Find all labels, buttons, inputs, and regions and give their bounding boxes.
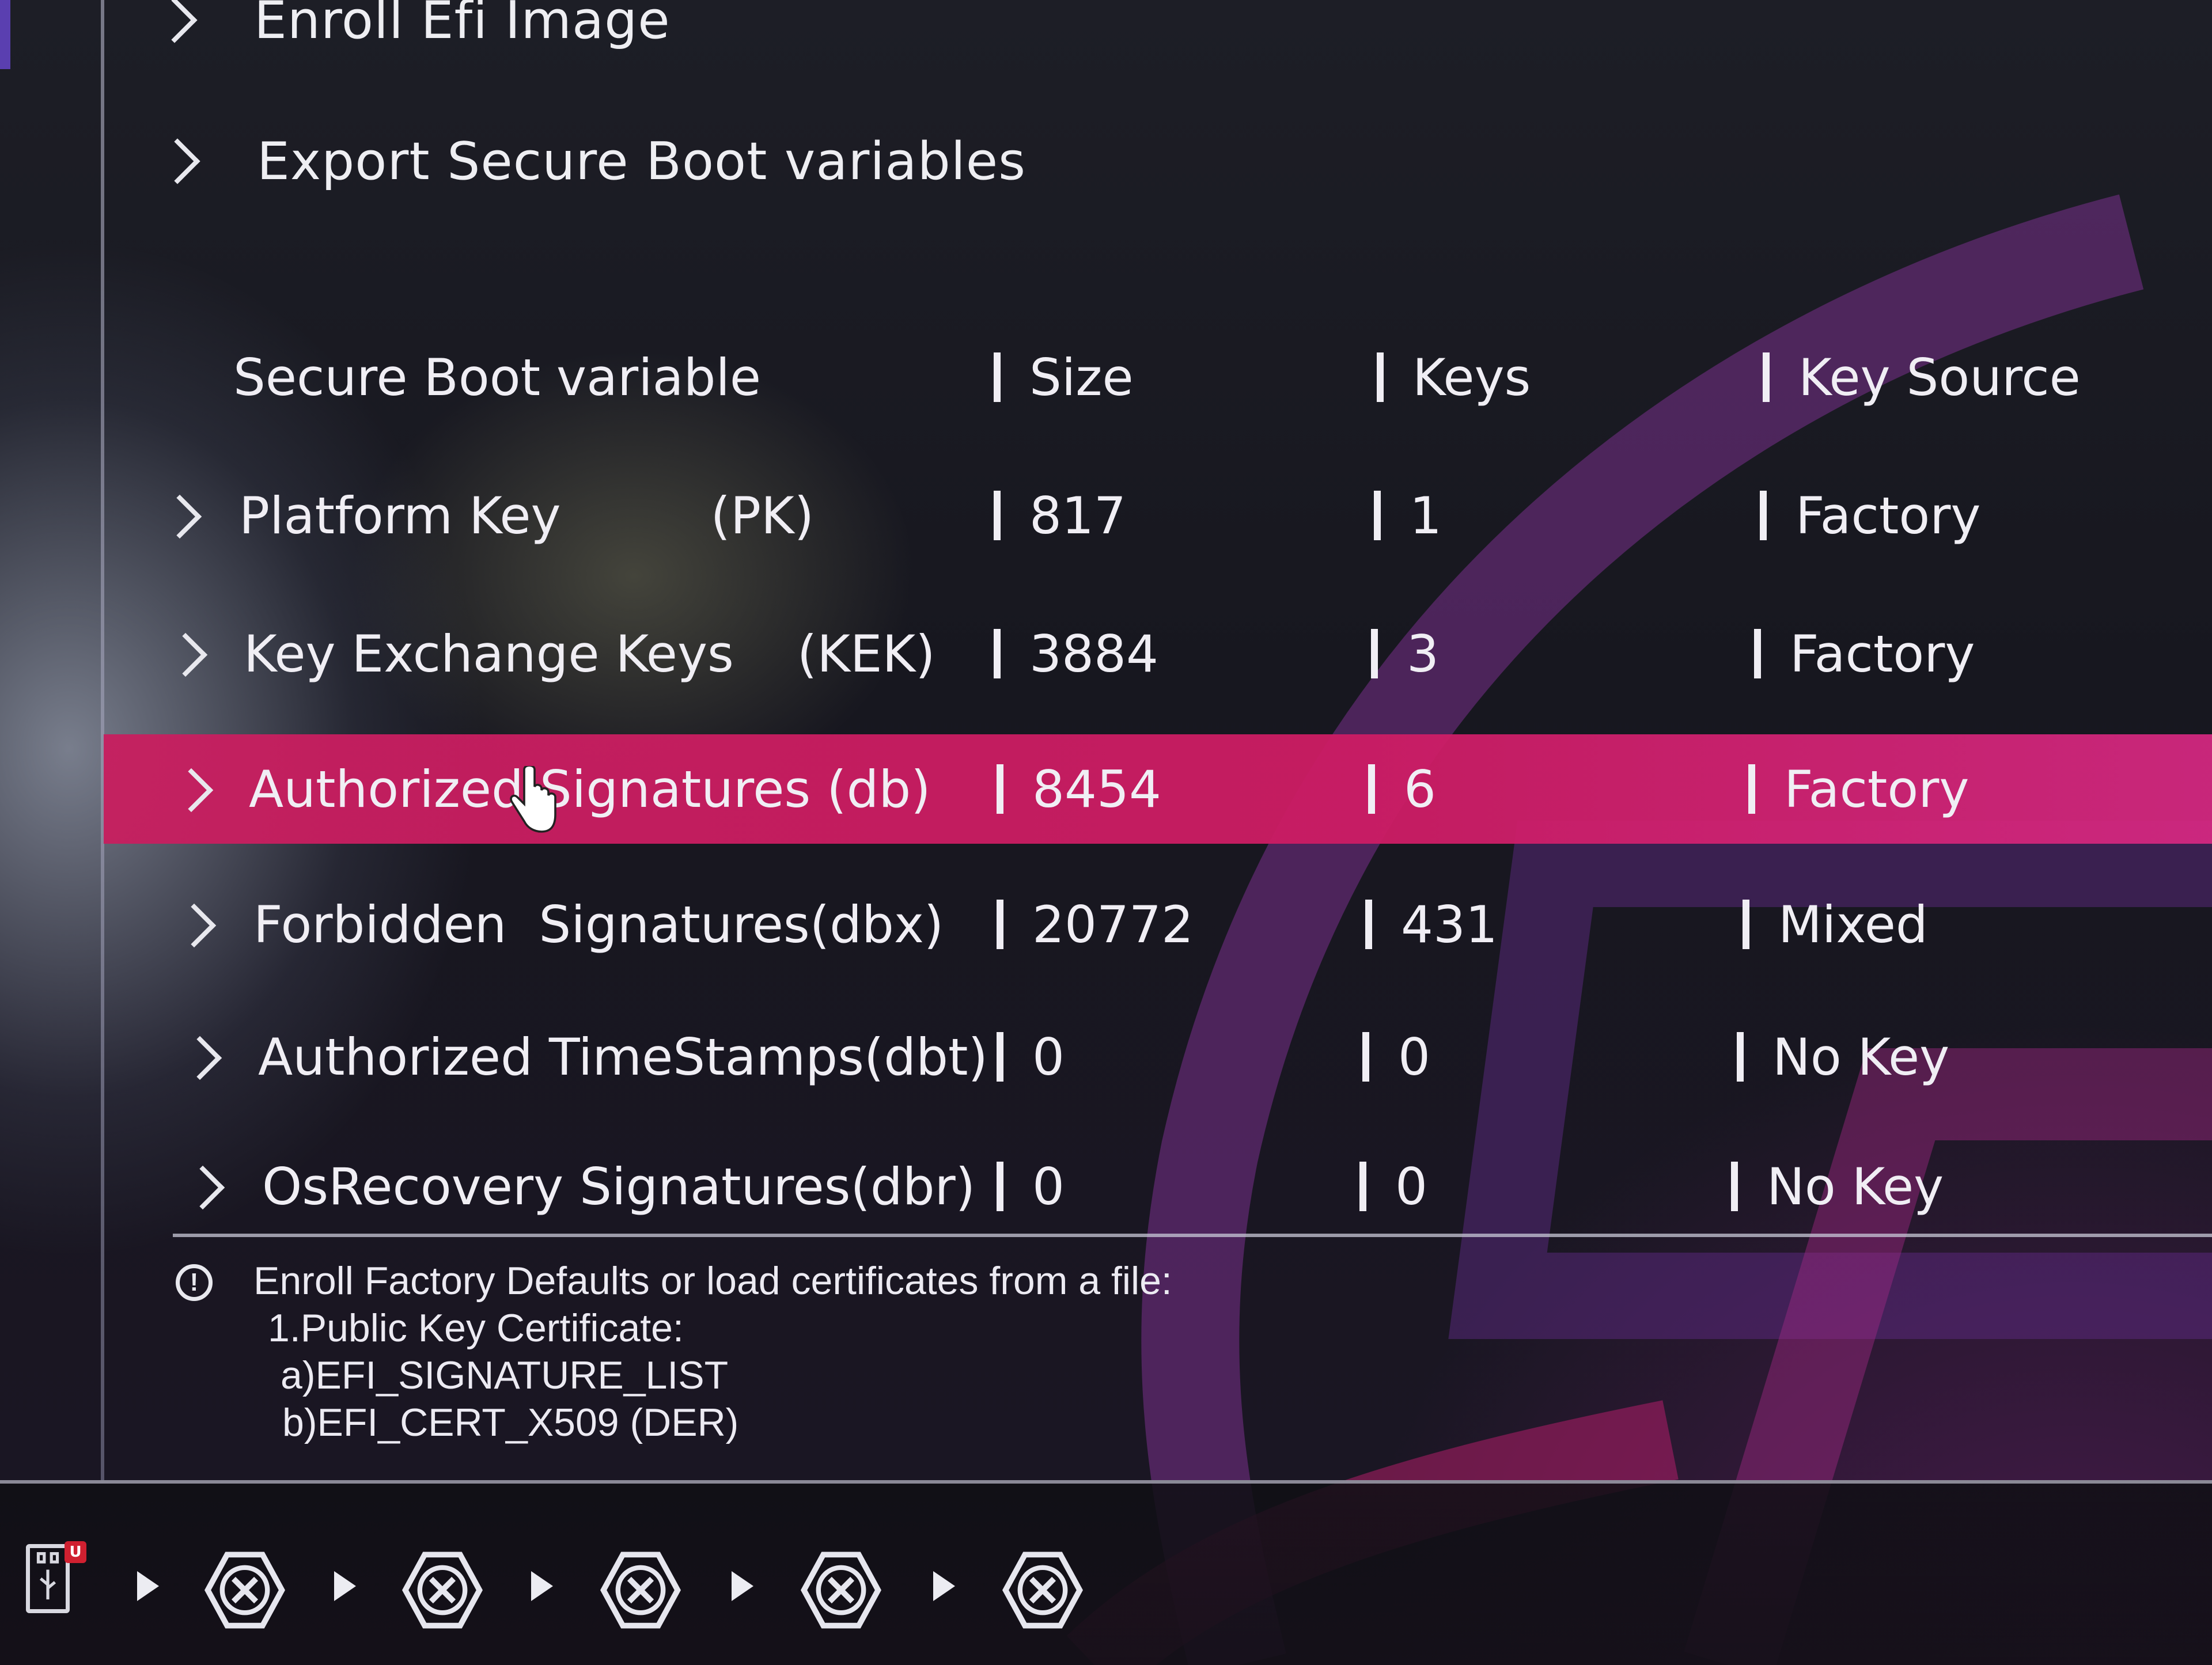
- row-keys: 6: [1368, 734, 1436, 844]
- column-separator: [997, 1032, 1003, 1082]
- table-row-osrecovery-signatures[interactable]: OsRecovery Signatures(dbr) 0 0 No Key: [104, 1132, 2212, 1241]
- column-separator: [1377, 352, 1384, 402]
- row-keys: 431: [1365, 870, 1498, 979]
- header-key-source: Key Source: [1763, 323, 2081, 432]
- arrow-right-icon: [732, 1571, 753, 1601]
- row-size: 0: [997, 1132, 1065, 1241]
- table-row-key-exchange-keys[interactable]: Key Exchange Keys (KEK) 3884 3 Factory: [104, 599, 2212, 708]
- column-separator: [997, 764, 1003, 814]
- row-size: 817: [994, 461, 1126, 570]
- header-keys: Keys: [1377, 323, 1531, 432]
- boot-device-disabled-icon[interactable]: [204, 1550, 285, 1630]
- column-separator: [1371, 629, 1378, 678]
- row-variable-name: Authorized Signatures (db): [249, 759, 931, 819]
- column-separator: [994, 352, 1001, 402]
- boot-device-disabled-icon[interactable]: [402, 1550, 483, 1630]
- table-header: Secure Boot variable Size Keys Key Sourc…: [104, 323, 2212, 432]
- arrow-right-icon: [334, 1571, 356, 1601]
- row-variable-name: OsRecovery Signatures(dbr): [262, 1156, 976, 1216]
- column-separator: [1763, 352, 1770, 402]
- column-separator: [1737, 1032, 1744, 1082]
- row-keys: 0: [1362, 1002, 1430, 1112]
- row-variable-name: Authorized TimeStamps(dbt): [258, 1027, 988, 1087]
- row-size: 20772: [997, 870, 1194, 979]
- usb-badge: U: [65, 1541, 86, 1563]
- row-variable-name: Key Exchange Keys (KEK): [244, 624, 935, 684]
- menu-item-enroll-efi-image[interactable]: Enroll Efi Image: [151, 0, 671, 55]
- info-line: a)EFI_SIGNATURE_LIST: [281, 1353, 729, 1397]
- arrow-right-icon: [137, 1571, 159, 1601]
- header-variable: Secure Boot variable: [233, 347, 762, 407]
- column-separator: [1362, 1032, 1369, 1082]
- table-row-authorized-signatures-selected[interactable]: Authorized Signatures (db) 8454 6 Factor…: [104, 734, 2212, 844]
- chevron-right-icon: [172, 903, 217, 948]
- info-line: Enroll Factory Defaults or load certific…: [253, 1259, 1172, 1303]
- column-separator: [997, 1162, 1003, 1211]
- row-size: 8454: [997, 734, 1161, 844]
- row-key-source: Factory: [1760, 461, 1980, 570]
- menu-item-label: Export Secure Boot variables: [257, 131, 1026, 192]
- column-separator: [1748, 764, 1755, 814]
- chevron-right-icon: [177, 1036, 222, 1080]
- info-line: 1.Public Key Certificate:: [268, 1306, 684, 1350]
- header-size: Size: [994, 323, 1134, 432]
- column-separator: [1754, 629, 1761, 678]
- chevron-right-icon: [180, 1165, 225, 1210]
- boot-device-disabled-icon[interactable]: [801, 1550, 881, 1630]
- usb-symbol-icon: [36, 1552, 59, 1600]
- column-separator: [1731, 1162, 1738, 1211]
- row-variable-name: Forbidden Signatures(dbx): [253, 894, 944, 954]
- info-icon: !: [176, 1264, 213, 1301]
- row-size: 3884: [994, 599, 1158, 708]
- boot-priority-bar: U: [0, 1480, 2212, 1665]
- boot-device-disabled-icon[interactable]: [600, 1550, 681, 1630]
- usb-drive-icon[interactable]: [26, 1544, 70, 1613]
- column-separator: [997, 900, 1003, 949]
- row-size: 0: [997, 1002, 1065, 1112]
- arrow-right-icon: [933, 1571, 955, 1601]
- bios-secure-boot-screen: Enroll Efi Image Export Secure Boot vari…: [0, 0, 2212, 1665]
- chevron-right-icon: [163, 632, 208, 677]
- divider: [173, 1234, 2212, 1237]
- column-separator: [1760, 491, 1767, 540]
- table-row-platform-key[interactable]: Platform Key (PK) 817 1 Factory: [104, 461, 2212, 570]
- row-key-source: No Key: [1737, 1002, 1949, 1112]
- row-keys: 3: [1371, 599, 1439, 708]
- menu-item-label: Enroll Efi Image: [254, 0, 671, 51]
- column-separator: [1374, 491, 1381, 540]
- left-accent-rail: [0, 0, 10, 69]
- table-row-authorized-timestamps[interactable]: Authorized TimeStamps(dbt) 0 0 No Key: [104, 1002, 2212, 1112]
- chevron-right-icon: [154, 138, 200, 184]
- column-separator: [994, 629, 1001, 678]
- column-separator: [1365, 900, 1372, 949]
- row-keys: 1: [1374, 461, 1442, 570]
- row-key-source: Factory: [1748, 734, 1969, 844]
- row-key-source: Mixed: [1743, 870, 1928, 979]
- row-key-source: Factory: [1754, 599, 1975, 708]
- arrow-right-icon: [531, 1571, 553, 1601]
- info-line: b)EFI_CERT_X509 (DER): [282, 1401, 739, 1444]
- chevron-right-icon: [151, 0, 198, 43]
- chevron-right-icon: [157, 494, 202, 539]
- column-separator: [1743, 900, 1749, 949]
- row-keys: 0: [1359, 1132, 1427, 1241]
- column-separator: [994, 491, 1001, 540]
- row-variable-name: Platform Key (PK): [239, 486, 815, 545]
- chevron-right-icon: [169, 768, 214, 813]
- mouse-pointer-hand-icon: [510, 766, 556, 833]
- row-key-source: No Key: [1731, 1132, 1944, 1241]
- menu-item-export-secure-boot-variables[interactable]: Export Secure Boot variables: [154, 124, 1026, 199]
- column-separator: [1368, 764, 1375, 814]
- boot-device-disabled-icon[interactable]: [1002, 1550, 1083, 1630]
- column-separator: [1359, 1162, 1366, 1211]
- table-row-forbidden-signatures[interactable]: Forbidden Signatures(dbx) 20772 431 Mixe…: [104, 870, 2212, 979]
